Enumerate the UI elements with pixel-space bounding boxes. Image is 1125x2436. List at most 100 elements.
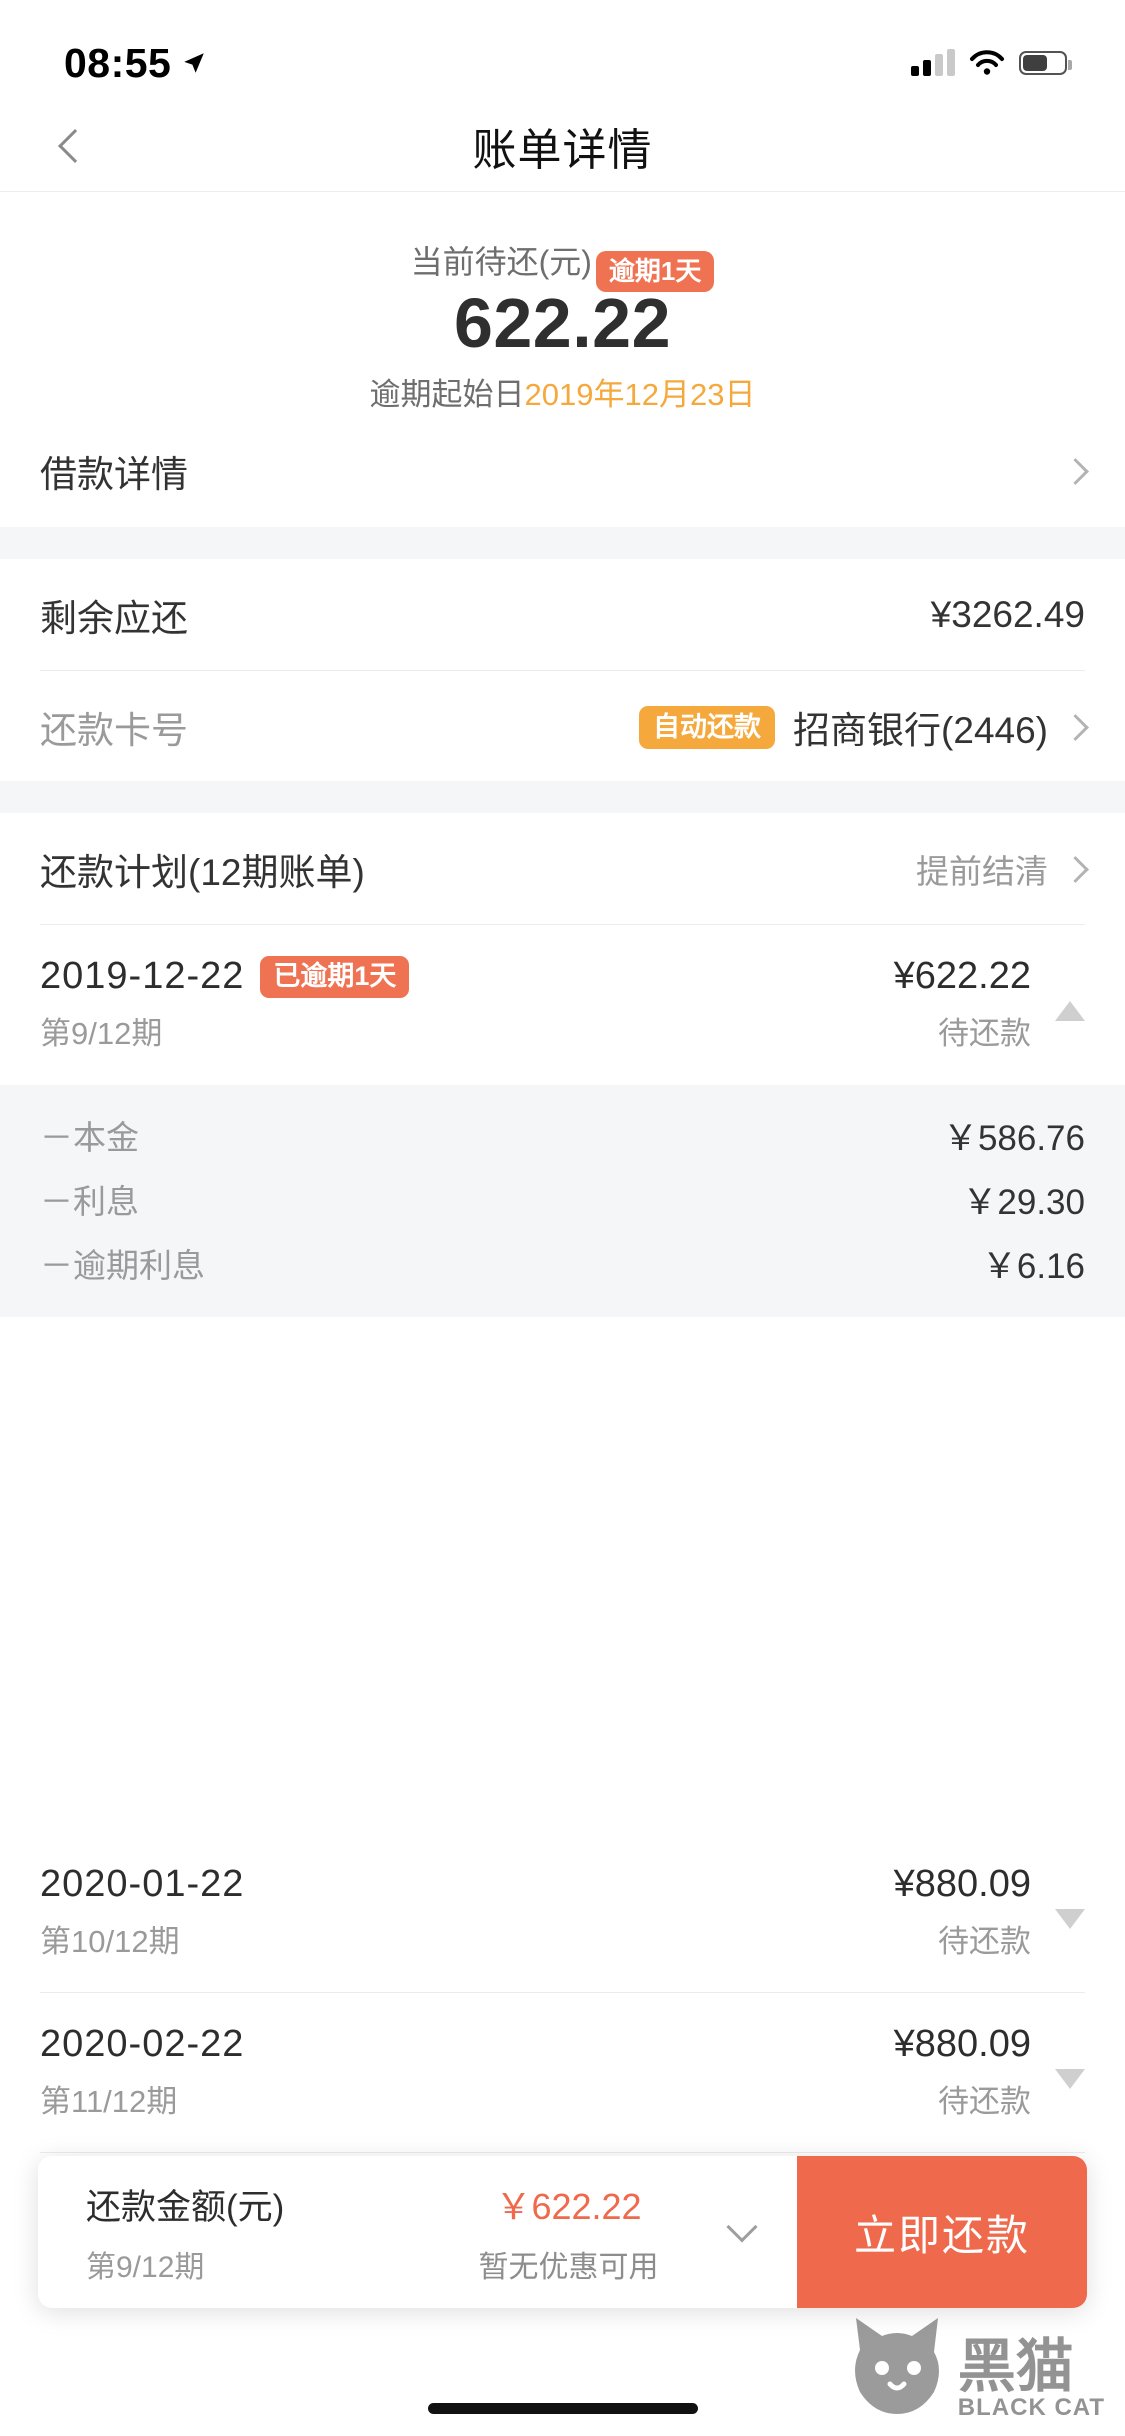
- installment-item-1: 2020-01-22 第10/12期 ¥880.09 待还款: [0, 1833, 1125, 1993]
- repayment-card-right: 自动还款 招商银行(2446): [639, 700, 1089, 754]
- installment-header[interactable]: 2019-12-22 已逾期1天 第9/12期 ¥622.22 待还款: [0, 925, 1125, 1085]
- status-bar-left: 08:55: [64, 40, 207, 87]
- balance-card: 剩余应还 ¥3262.49 还款卡号 自动还款 招商银行(2446): [0, 559, 1125, 781]
- breakdown-row: －利息 ￥29.30: [40, 1167, 1085, 1231]
- installment-right: ¥880.09 待还款: [894, 2023, 1085, 2121]
- location-arrow-icon: [184, 53, 205, 73]
- installment-right: ¥622.22 待还款: [894, 955, 1085, 1053]
- installment-right: ¥880.09 待还款: [894, 1863, 1085, 1961]
- auto-repay-badge: 自动还款: [639, 705, 776, 749]
- battery-icon: [1019, 51, 1072, 75]
- installment-grid: 2020-02-22 第11/12期 ¥880.09 待还款: [40, 1993, 1085, 2153]
- repayment-card-row[interactable]: 还款卡号 自动还款 招商银行(2446): [0, 671, 1125, 783]
- app-screen: 08:55 账单详情 当前待还(元) 逾期1天 622.22 逾期起始日2019…: [0, 0, 1125, 2436]
- plan-header-card: 还款计划(12期账单) 提前结清: [0, 813, 1125, 925]
- pay-coupon-status: 暂无优惠可用: [478, 2251, 659, 2284]
- installment-status: 待还款: [938, 1924, 1031, 1959]
- installment-date-line: 2020-02-22: [40, 2023, 244, 2066]
- overdue-start-date: 2019年12月23日: [524, 377, 756, 412]
- installment-status: 待还款: [938, 2084, 1031, 2119]
- loan-detail-card: 借款详情: [0, 415, 1125, 527]
- breakdown-row: －本金 ￥586.76: [40, 1103, 1085, 1167]
- pay-middle-column: ￥622.22 暂无优惠可用: [416, 2178, 721, 2286]
- installment-date: 2020-01-22: [40, 1863, 245, 1905]
- installment-breakdown: －本金 ￥586.76 －利息 ￥29.30 －逾期利息 ￥6.16: [0, 1085, 1125, 1317]
- installment-amount: ¥622.22: [893, 955, 1031, 997]
- page-title: 账单详情: [472, 125, 653, 175]
- chevron-right-icon: [1062, 713, 1089, 741]
- status-bar-right: [911, 49, 1072, 76]
- section-gap-2: [0, 781, 1125, 813]
- plan-action-group[interactable]: 提前结清: [916, 845, 1089, 893]
- breakdown-label: －逾期利息: [40, 1247, 205, 1284]
- section-gap-1: [0, 527, 1125, 559]
- installment-term: 第11/12期: [40, 2084, 178, 2119]
- installment-header[interactable]: 2020-02-22 第11/12期 ¥880.09 待还款: [0, 1993, 1125, 2153]
- repayment-card-value: 招商银行(2446): [793, 710, 1048, 751]
- breakdown-value: ￥29.30: [962, 1182, 1085, 1222]
- installment-left: 2019-12-22 已逾期1天 第9/12期: [40, 955, 410, 1053]
- installment-date: 2020-02-22: [40, 2023, 245, 2065]
- triangle-down-icon[interactable]: [1055, 1909, 1085, 1929]
- status-time: 08:55: [64, 39, 172, 86]
- overdue-start-line: 逾期起始日2019年12月23日: [0, 369, 1125, 414]
- installment-status: 待还款: [938, 1016, 1031, 1051]
- installment-date-line: 2019-12-22 已逾期1天: [40, 955, 410, 998]
- home-indicator[interactable]: [427, 2403, 698, 2414]
- pay-amount-label: 还款金额(元): [86, 2187, 285, 2227]
- pay-left-column: 还款金额(元) 第9/12期: [86, 2179, 416, 2286]
- chevron-down-icon[interactable]: [726, 2211, 758, 2243]
- watermark-sub: BLACK CAT: [957, 2394, 1105, 2421]
- navigation-bar: 账单详情: [0, 100, 1125, 192]
- pay-amount-value: ￥622.22: [495, 2186, 642, 2227]
- back-button[interactable]: [40, 111, 110, 181]
- installment-item-2: 2020-02-22 第11/12期 ¥880.09 待还款: [0, 1993, 1125, 2153]
- remaining-value: ¥3262.49: [930, 594, 1085, 635]
- breakdown-value: ￥6.16: [981, 1246, 1085, 1286]
- breakdown-label: －利息: [40, 1183, 139, 1220]
- pay-now-button[interactable]: 立即还款: [797, 2156, 1087, 2308]
- installment-overdue-badge: 已逾期1天: [260, 955, 410, 998]
- installment-item-0: 2019-12-22 已逾期1天 第9/12期 ¥622.22 待还款 －本金 …: [0, 925, 1125, 1317]
- pay-info[interactable]: 还款金额(元) 第9/12期 ￥622.22 暂无优惠可用: [38, 2156, 797, 2308]
- chevron-right-icon: [1062, 855, 1089, 883]
- pay-bar: 还款金额(元) 第9/12期 ￥622.22 暂无优惠可用 立即还款: [38, 2156, 1087, 2308]
- installment-amount: ¥880.09: [893, 1863, 1031, 1905]
- cellular-bars-icon: [911, 49, 955, 76]
- breakdown-value: ￥586.76: [942, 1118, 1085, 1158]
- early-settle-label: 提前结清: [916, 853, 1048, 890]
- installment-date: 2019-12-22: [40, 955, 245, 997]
- installment-left: 2020-01-22 第10/12期: [40, 1863, 244, 1961]
- summary-block: 当前待还(元) 逾期1天 622.22 逾期起始日2019年12月23日: [0, 193, 1125, 415]
- chevron-right-icon: [1062, 457, 1089, 485]
- installment-header[interactable]: 2020-01-22 第10/12期 ¥880.09 待还款: [0, 1833, 1125, 1993]
- installment-term: 第10/12期: [40, 1924, 180, 1959]
- wifi-icon: [970, 50, 1004, 75]
- plan-header-row[interactable]: 还款计划(12期账单) 提前结清: [0, 813, 1125, 925]
- cat-head-icon: [854, 2318, 939, 2414]
- installment-grid: 2020-01-22 第10/12期 ¥880.09 待还款: [40, 1833, 1085, 1993]
- triangle-down-icon[interactable]: [1055, 2069, 1085, 2089]
- installment-term: 第9/12期: [40, 1016, 163, 1051]
- installment-date-line: 2020-01-22: [40, 1863, 244, 1906]
- breakdown-row: －逾期利息 ￥6.16: [40, 1231, 1085, 1295]
- remaining-label: 剩余应还: [40, 598, 188, 639]
- installment-grid: 2019-12-22 已逾期1天 第9/12期 ¥622.22 待还款: [40, 925, 1085, 1085]
- watermark-name: 黑猫: [957, 2333, 1074, 2399]
- overdue-start-label: 逾期起始日: [369, 377, 525, 412]
- summary-amount: 622.22: [453, 284, 672, 362]
- loan-detail-row[interactable]: 借款详情: [0, 415, 1125, 527]
- loan-detail-label: 借款详情: [40, 454, 188, 495]
- watermark: 黑猫 BLACK CAT: [815, 2302, 1105, 2422]
- summary-label: 当前待还(元): [410, 244, 592, 280]
- installment-left: 2020-02-22 第11/12期: [40, 2023, 244, 2121]
- breakdown-label: －本金: [40, 1119, 139, 1156]
- remaining-row: 剩余应还 ¥3262.49: [0, 559, 1125, 671]
- status-bar: 08:55: [0, 0, 1125, 100]
- repayment-card-label: 还款卡号: [40, 710, 188, 751]
- triangle-up-icon[interactable]: [1055, 1001, 1085, 1021]
- chevron-left-icon: [58, 128, 92, 163]
- installment-amount: ¥880.09: [893, 2023, 1031, 2065]
- pay-term-label: 第9/12期: [86, 2250, 205, 2284]
- plan-title: 还款计划(12期账单): [40, 852, 365, 893]
